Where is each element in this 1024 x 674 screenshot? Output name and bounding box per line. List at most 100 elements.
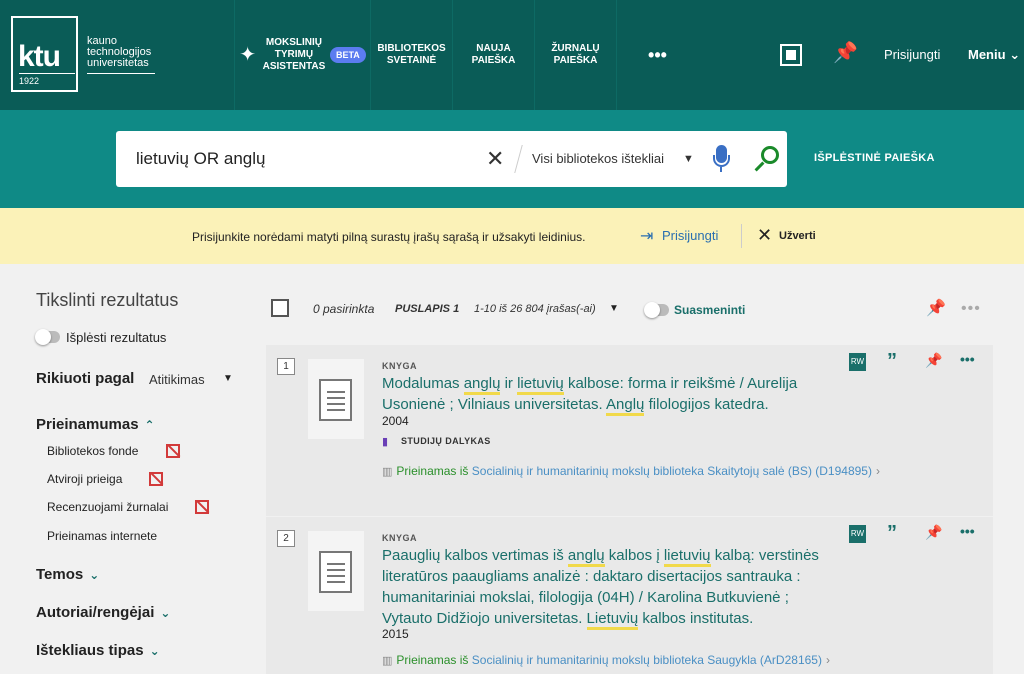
nav-library-site[interactable]: Bibliotekos svetainė <box>370 0 452 110</box>
mic-leg <box>720 167 722 172</box>
nav-new-search[interactable]: Nauja paieška <box>452 0 534 110</box>
menu-label: Meniu <box>968 47 1006 62</box>
chevron-down-icon: ⌄ <box>149 644 160 658</box>
clear-icon[interactable]: ✕ <box>486 146 504 172</box>
result-availability[interactable]: ▥ Prieinamas iš Socialinių ir humanitarin… <box>382 650 902 672</box>
sparkle-icon: ✦ <box>239 44 256 66</box>
chevron-down-icon: ⌄ <box>1009 47 1021 62</box>
nav-research-assistant[interactable]: ✦ Mokslinių tyrimų asistentas BETA <box>234 0 370 110</box>
expand-results-label: Išplėsti rezultatus <box>66 330 167 345</box>
chevron-up-icon: ⌃ <box>144 418 155 432</box>
result-type: KNYGA <box>382 533 418 543</box>
exclude-icon[interactable] <box>149 472 163 486</box>
facet-authors[interactable]: Autoriai/rengėjai ⌄ <box>36 604 170 621</box>
select-all-checkbox[interactable] <box>271 299 289 317</box>
nav-more-button[interactable]: ••• <box>616 0 698 110</box>
page-indicator: PUSLAPIS 1 <box>395 303 460 315</box>
result-card[interactable]: 1 KNYGA Modalumas anglų ir lietuvių kalb… <box>266 345 993 516</box>
logo-year: 1922 <box>19 76 40 86</box>
sort-label: Rikiuoti pagal <box>36 370 135 387</box>
nav-new-search-label: Nauja paieška <box>471 43 516 66</box>
more-options-icon[interactable]: ••• <box>961 300 981 318</box>
facet-item-peer-reviewed[interactable]: Recenzuojami žurnalai <box>47 500 168 514</box>
mic-stand <box>713 155 730 167</box>
qr-code-icon[interactable] <box>780 44 802 66</box>
notice-login-link[interactable]: Prisijungti <box>662 228 718 243</box>
title-part: kalbos institutas. <box>638 610 754 627</box>
facet-topics-label: Temos <box>36 566 84 583</box>
facet-item-available-online[interactable]: Prieinamas internete <box>47 529 157 543</box>
caret-down-icon[interactable]: ▼ <box>223 373 233 384</box>
result-thumbnail[interactable] <box>308 531 364 611</box>
result-subject: STUDIJŲ DALYKAS <box>401 436 491 446</box>
availability-status: Prieinamas iš <box>396 653 469 667</box>
ktu-logo[interactable]: ktu 1922 kauno technologijos universitet… <box>11 16 157 92</box>
advanced-search-link[interactable]: Išplėstinė paieška <box>814 152 935 164</box>
document-icon <box>319 379 352 421</box>
search-icon[interactable] <box>753 146 781 174</box>
chevron-right-icon: › <box>875 464 880 478</box>
sort-select[interactable]: Atitikimas <box>149 372 205 387</box>
result-title[interactable]: Paauglių kalbos vertimas iš anglų kalbos… <box>382 545 837 630</box>
title-part: filologijos katedra. <box>644 396 769 413</box>
top-navigation-bar: ktu 1922 kauno technologijos universitet… <box>0 0 1024 110</box>
result-number: 1 <box>277 358 295 375</box>
nav-assistant-label: Mokslinių tyrimų asistentas <box>262 37 326 72</box>
result-card[interactable]: 2 KNYGA Paauglių kalbos vertimas iš angl… <box>266 517 993 674</box>
search-icon-ring <box>761 146 779 164</box>
more-options-icon[interactable]: ••• <box>960 523 975 539</box>
search-divider <box>514 145 523 173</box>
menu-button[interactable]: Meniu ⌄ <box>968 47 1020 63</box>
result-thumbnail[interactable] <box>308 359 364 439</box>
notice-text: Prisijunkite norėdami matyti pilną suras… <box>192 230 586 244</box>
book-icon: ▥ <box>382 466 393 478</box>
search-input[interactable]: lietuvių OR anglų <box>136 149 265 169</box>
facet-topics[interactable]: Temos ⌄ <box>36 566 99 583</box>
scope-select[interactable]: Visi bibliotekos ištekliai <box>532 151 664 166</box>
citation-icon[interactable]: ” <box>887 522 897 545</box>
refine-results-title: Tikslinti rezultatus <box>36 290 179 310</box>
facet-availability[interactable]: Prieinamumas ⌃ <box>36 416 155 433</box>
microphone-icon[interactable] <box>713 145 730 173</box>
result-year: 2004 <box>382 414 409 428</box>
result-number: 2 <box>277 530 295 547</box>
pin-icon[interactable]: 📌 <box>926 298 946 318</box>
facet-item-in-library[interactable]: Bibliotekos fonde <box>47 444 138 458</box>
login-link[interactable]: Prisijungti <box>884 47 940 62</box>
logo-box: ktu 1922 <box>11 16 78 92</box>
caret-down-icon[interactable]: ▼ <box>683 153 694 165</box>
pin-icon[interactable]: 📌 <box>833 40 858 65</box>
exclude-icon[interactable] <box>166 444 180 458</box>
title-highlight: Anglų <box>606 396 645 416</box>
notice-close-button[interactable]: Užverti <box>779 230 816 242</box>
subject-icon: ▮ <box>382 436 389 448</box>
expand-results-toggle[interactable] <box>35 329 60 345</box>
title-highlight: lietuvių <box>663 547 711 567</box>
refworks-icon[interactable]: RW <box>849 525 866 543</box>
pin-icon[interactable]: 📌 <box>925 352 942 369</box>
personalize-toggle[interactable] <box>644 302 669 318</box>
caret-down-icon[interactable]: ▼ <box>609 303 619 314</box>
close-icon[interactable]: ✕ <box>757 225 772 246</box>
result-availability[interactable]: ▥ Prieinamas iš Socialinių ir humanitarin… <box>382 461 902 483</box>
doc-line <box>327 409 345 411</box>
exclude-icon[interactable] <box>195 500 209 514</box>
pin-icon[interactable]: 📌 <box>925 524 942 541</box>
facet-authors-label: Autoriai/rengėjai <box>36 604 155 621</box>
logo-divider <box>19 73 75 74</box>
results-range[interactable]: 1-10 iš 26 804 įrašas(-ai) <box>474 303 596 315</box>
nav-journal-search[interactable]: Žurnalų paieška <box>534 0 616 110</box>
facet-item-open-access[interactable]: Atviroji prieiga <box>47 472 122 486</box>
sign-in-icon[interactable]: ⇥ <box>640 226 653 246</box>
selected-count: 0 pasirinkta <box>313 302 375 316</box>
citation-icon[interactable]: ” <box>887 350 897 373</box>
document-icon <box>319 551 352 593</box>
beta-badge: BETA <box>329 47 366 63</box>
more-options-icon[interactable]: ••• <box>960 351 975 367</box>
refworks-icon[interactable]: RW <box>849 353 866 371</box>
result-title[interactable]: Modalumas anglų ir lietuvių kalbose: for… <box>382 373 837 416</box>
title-part: Modalumas <box>382 375 464 392</box>
logo-underline <box>87 73 155 74</box>
facet-resource-type[interactable]: Ištekliaus tipas ⌄ <box>36 642 160 659</box>
title-highlight: anglų <box>567 547 605 567</box>
